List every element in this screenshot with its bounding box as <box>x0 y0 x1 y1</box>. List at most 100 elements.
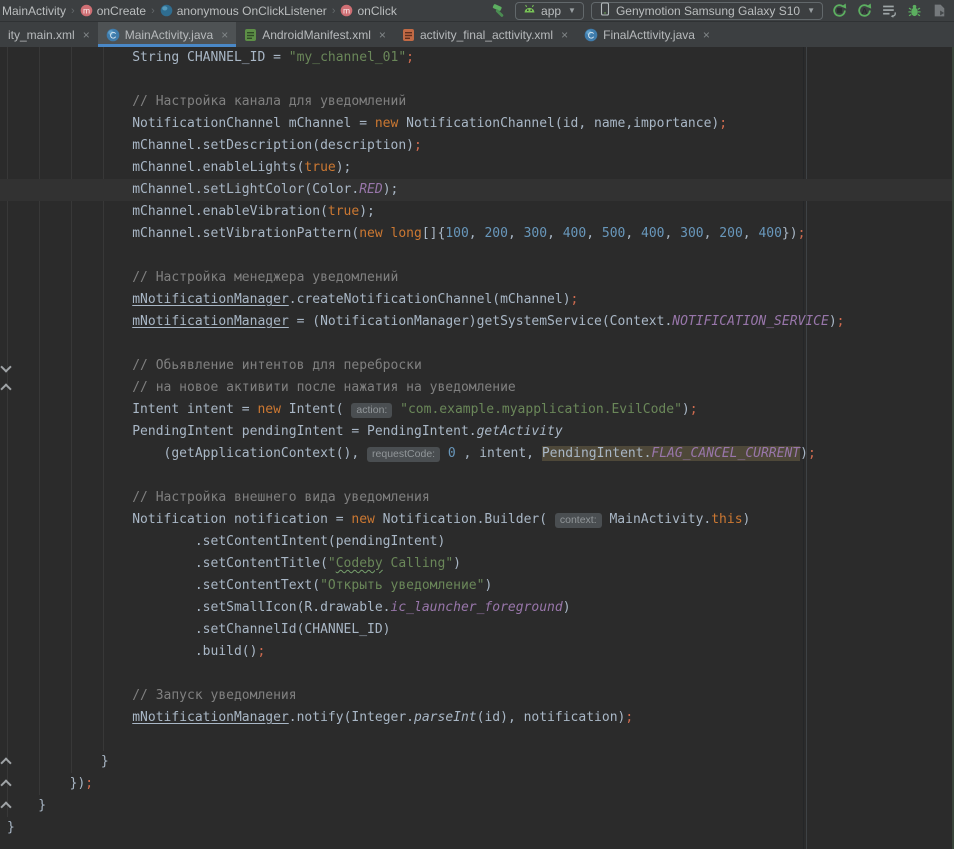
close-tab-icon[interactable]: × <box>83 28 90 42</box>
code-token: // на новое активити после нажатия на ув… <box>7 380 516 395</box>
close-tab-icon[interactable]: × <box>561 28 568 42</box>
code-line: mChannel.enableVibration(true); <box>0 201 954 223</box>
code-token: new <box>257 402 280 417</box>
svg-text:C: C <box>109 30 116 40</box>
code-line: mChannel.setLightColor(Color.RED); <box>0 179 954 201</box>
run-configuration-select[interactable]: app ▼ <box>515 2 584 20</box>
code-line <box>0 729 954 751</box>
code-token: ; <box>257 644 265 659</box>
breadcrumb-item[interactable]: MainActivity <box>1 4 67 18</box>
code-token <box>7 292 132 307</box>
chevron-down-icon: ▼ <box>568 6 576 15</box>
code-line <box>0 245 954 267</box>
close-tab-icon[interactable]: × <box>703 28 710 42</box>
code-line: NotificationChannel mChannel = new Notif… <box>0 113 954 135</box>
code-token: ); <box>383 182 399 197</box>
breadcrumb-item[interactable]: anonymous OnClickListener <box>159 4 328 18</box>
code-token: ; <box>406 50 414 65</box>
code-token <box>7 710 132 725</box>
debug-icon[interactable] <box>905 2 923 20</box>
editor-tab[interactable]: AndroidManifest.xml× <box>236 22 394 47</box>
code-token: ); <box>359 204 375 219</box>
code-token: ic_launcher_foreground <box>391 600 563 615</box>
code-line: mChannel.enableLights(true); <box>0 157 954 179</box>
code-token: .build() <box>7 644 257 659</box>
code-line <box>0 663 954 685</box>
method-icon: m <box>80 4 93 17</box>
build-hammer-icon[interactable] <box>490 2 508 20</box>
breadcrumb-separator: › <box>332 5 336 17</box>
code-line <box>0 69 954 91</box>
code-line: // Настройка менеджера уведомлений <box>0 267 954 289</box>
code-token: []{ <box>422 226 445 241</box>
device-select[interactable]: Genymotion Samsung Galaxy S10 ▼ <box>591 2 823 20</box>
code-token: true <box>328 204 359 219</box>
code-token: (getApplicationContext(), <box>7 446 367 461</box>
breadcrumb: MainActivity › m onCreate › anonymous OnClick… <box>0 4 398 18</box>
apply-code-changes-icon[interactable]: A <box>855 2 873 20</box>
close-tab-icon[interactable]: × <box>379 28 386 42</box>
code-token: MainActivity. <box>602 512 712 527</box>
code-token: , <box>586 226 602 241</box>
code-token: // Запуск уведомления <box>7 688 297 703</box>
code-line: } <box>0 751 954 773</box>
close-tab-icon[interactable]: × <box>221 28 228 42</box>
code-token: ) <box>484 578 492 593</box>
breadcrumb-item[interactable]: m onCreate <box>79 4 147 18</box>
code-token: 500 <box>602 226 625 241</box>
editor-tab[interactable]: C MainActivity.java × <box>98 22 237 47</box>
code-token: mNotificationManager <box>132 314 289 329</box>
parameter-hint: action: <box>351 403 392 418</box>
code-line: } <box>0 795 954 817</box>
code-line: // Обьявление интентов для переброски <box>0 355 954 377</box>
code-line: } <box>0 817 954 839</box>
code-token: parseInt <box>414 710 477 725</box>
code-token: Codeby <box>336 556 383 571</box>
code-token: } <box>7 754 109 769</box>
code-token: "com.example.myapplication.EvilCode" <box>400 402 682 417</box>
code-line: Intent intent = new Intent( action: "com… <box>0 399 954 421</box>
tab-label: FinalActtivity.java <box>603 28 695 42</box>
breadcrumb-item[interactable]: monClick <box>339 4 397 18</box>
code-token: 400 <box>563 226 586 241</box>
code-token: // Настройка канала для уведомлений <box>7 94 406 109</box>
manifest-icon <box>244 28 257 42</box>
code-token: Intent intent = <box>7 402 257 417</box>
parameter-hint: context: <box>555 513 602 528</box>
tab-label: MainActivity.java <box>125 28 213 42</box>
breadcrumb-label: onClick <box>357 4 396 18</box>
run-tasks-icon[interactable] <box>880 2 898 20</box>
code-token: ; <box>571 292 579 307</box>
breadcrumb-label: anonymous OnClickListener <box>177 4 327 18</box>
code-line <box>0 333 954 355</box>
code-token <box>383 226 391 241</box>
code-token: .createNotificationChannel(mChannel) <box>289 292 571 307</box>
editor-tab[interactable]: activity_final_acttivity.xml× <box>394 22 576 47</box>
code-editor[interactable]: String CHANNEL_ID = "my_channel_01"; // … <box>0 47 954 849</box>
breadcrumb-label: onCreate <box>97 4 146 18</box>
code-token: new <box>375 116 398 131</box>
editor-tab[interactable]: ity_main.xml× <box>0 22 98 47</box>
breadcrumb-separator: › <box>71 5 75 17</box>
code-token: // Настройка внешнего вида уведомления <box>7 490 430 505</box>
rerun-icon[interactable] <box>830 2 848 20</box>
code-token: // Настройка менеджера уведомлений <box>7 270 398 285</box>
code-token: mNotificationManager <box>132 710 289 725</box>
editor-tab[interactable]: CFinalActtivity.java× <box>576 22 718 47</box>
code-token: ) <box>800 446 808 461</box>
code-token <box>7 314 132 329</box>
code-token: .setSmallIcon(R.drawable. <box>7 600 391 615</box>
code-token: } <box>7 798 46 813</box>
code-token: .notify(Integer. <box>289 710 414 725</box>
code-line: mNotificationManager.notify(Integer.pars… <box>0 707 954 729</box>
code-token: Intent( <box>281 402 351 417</box>
code-token: mChannel.enableVibration( <box>7 204 328 219</box>
code-token: , <box>547 226 563 241</box>
code-line: Notification notification = new Notifica… <box>0 509 954 531</box>
breadcrumb-label: MainActivity <box>2 4 66 18</box>
profiler-icon[interactable] <box>930 2 948 20</box>
code-token: mChannel.setVibrationPattern( <box>7 226 359 241</box>
code-token: NotificationChannel(id, name,importance) <box>398 116 719 131</box>
code-token <box>392 402 400 417</box>
code-line: }); <box>0 773 954 795</box>
